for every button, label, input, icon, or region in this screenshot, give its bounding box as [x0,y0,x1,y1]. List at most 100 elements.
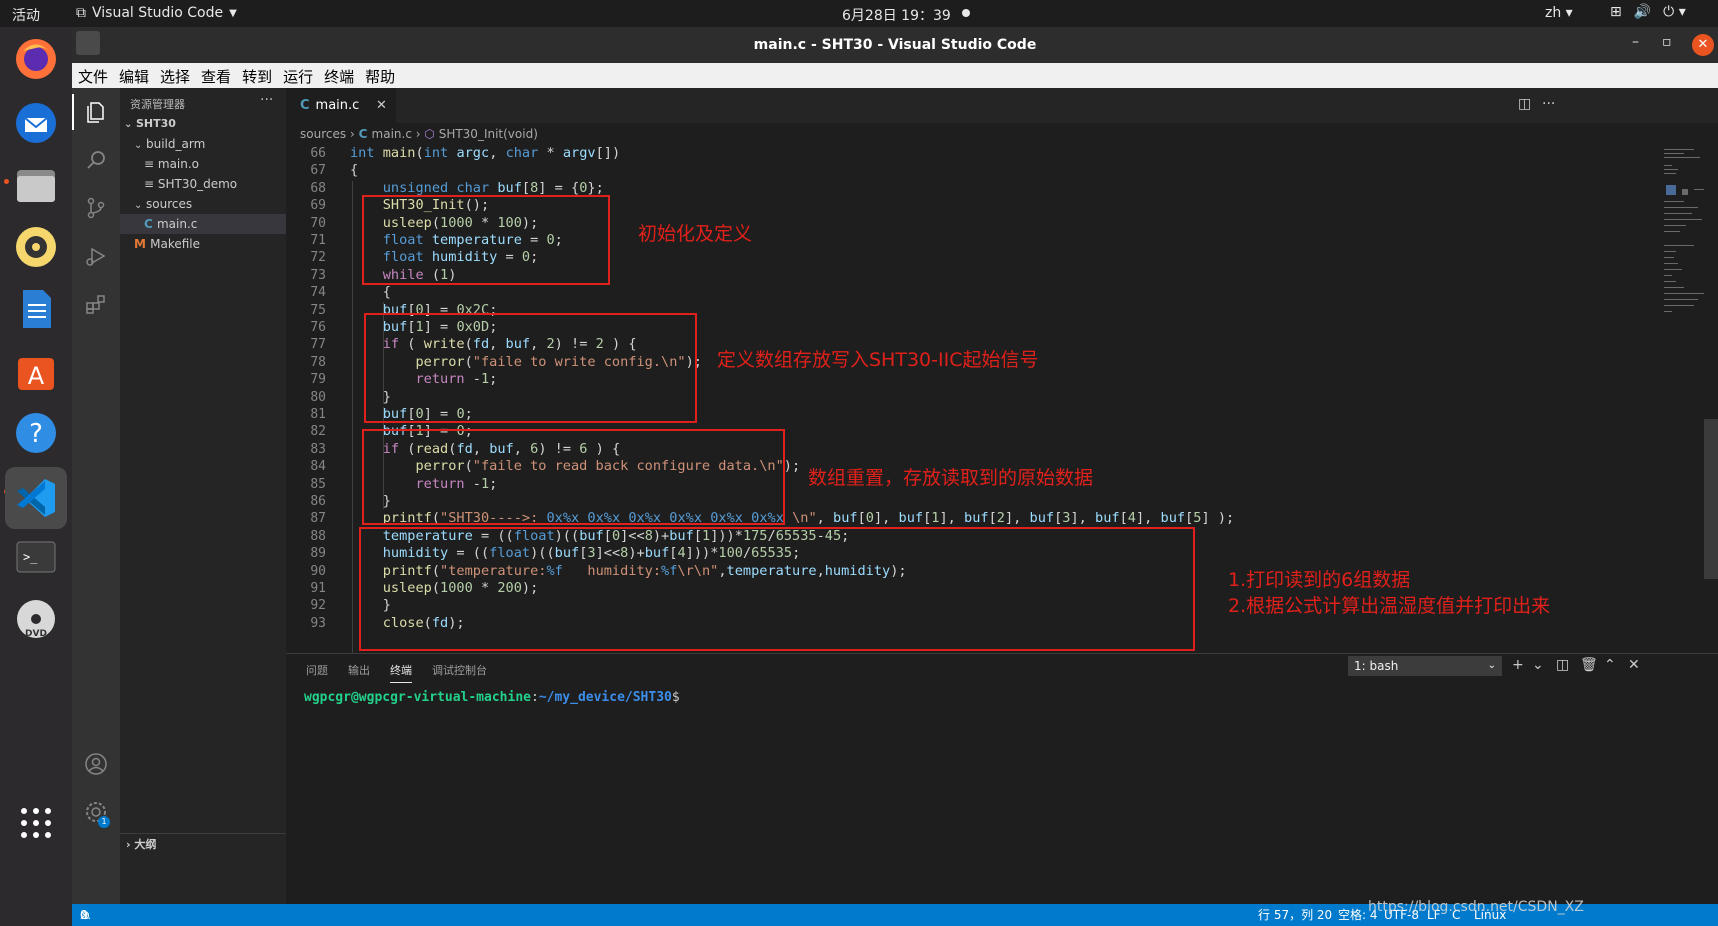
input-language[interactable]: zh ▾ [1545,5,1573,21]
tab-debug-console[interactable]: 调试控制台 [432,662,487,678]
menu-terminal[interactable]: 终端 [318,63,359,88]
terminal-prompt[interactable]: wgpcgr@wgpcgr-virtual-machine:~/my_devic… [304,690,680,705]
tab-label: main.c [315,98,360,113]
tab-terminal[interactable]: 终端 [390,662,412,683]
line-number: 89 [310,546,326,562]
code-line: unsigned char buf[8] = {0}; [382,179,604,196]
trash-icon[interactable]: 🗑 [1580,657,1598,673]
help-icon[interactable]: ? [10,407,62,459]
tree-file-main-c[interactable]: C main.c [120,214,286,234]
annotation-text-init: 初始化及定义 [638,223,753,245]
line-number: 90 [310,563,326,579]
close-panel-icon[interactable]: ✕ [1628,657,1640,673]
menu-view[interactable]: 查看 [195,63,236,88]
extensions-icon[interactable] [84,292,108,316]
tree-folder-sources[interactable]: ⌄ sources [120,194,286,214]
files-icon[interactable] [10,159,62,211]
source-control-icon[interactable] [84,196,108,220]
menu-file[interactable]: 文件 [72,63,113,88]
clock[interactable]: 6月28日 19：39 [842,5,951,25]
text-file-icon: ≡ [144,157,158,171]
dvd-icon[interactable]: DVD [10,593,62,645]
tab-problems[interactable]: 问题 [306,662,328,678]
breadcrumb-file[interactable]: main.c [372,127,412,141]
tree-file-sht30-demo[interactable]: ≡ SHT30_demo [120,174,286,194]
line-number: 80 [310,389,326,405]
show-apps-icon[interactable] [10,797,62,849]
thunderbird-icon[interactable] [10,97,62,149]
system-tray[interactable]: ⊞ 🔊 ⏻ ▾ [1610,4,1686,20]
annotation-box-read [362,429,785,525]
split-terminal-icon[interactable]: ◫ [1556,657,1569,673]
vscode-icon[interactable] [5,467,67,529]
code-editor[interactable]: 66 67 68 69 70 71 72 73 74 75 76 77 78 79 80 81 82 83 84 85… [286,145,1718,653]
network-icon: ⊞ [1610,4,1622,20]
text-file-icon: ≡ [144,177,158,191]
tree-label: Makefile [150,237,201,251]
search-icon[interactable] [84,148,108,172]
code-line: int main(int argc, char * argv[]) [350,145,621,161]
cursor-position[interactable]: 行 57，列 20 [1258,904,1332,926]
line-number: 74 [310,285,326,301]
chevron-down-icon[interactable]: ⌄ [1532,657,1544,673]
menu-edit[interactable]: 编辑 [113,63,154,88]
app-menu[interactable]: ⧉ Visual Studio Code ▼ [76,5,237,21]
rhythmbox-icon[interactable] [10,221,62,273]
project-root[interactable]: ⌄ SHT30 [120,114,286,134]
annotation-box-write [364,313,697,423]
symbol-method-icon: ⬡ [424,127,439,141]
split-editor-icon[interactable]: ◫ [1518,96,1531,112]
menu-selection[interactable]: 选择 [154,63,195,88]
tab-output[interactable]: 输出 [348,662,370,678]
breadcrumb-folder[interactable]: sources [300,127,346,141]
annotation-box-print [359,527,1195,651]
libreoffice-writer-icon[interactable] [10,283,62,335]
run-debug-icon[interactable] [84,244,108,268]
scrollbar-thumb[interactable] [1704,419,1718,579]
running-indicator [4,179,9,184]
c-file-icon: C [300,98,310,113]
svg-text:DVD: DVD [25,629,47,639]
line-number: 73 [310,267,326,283]
tree-folder-build-arm[interactable]: ⌄ build_arm [120,134,286,154]
input-language-label: zh [1545,5,1562,21]
explorer-sidebar: 资源管理器 ··· ⌄ SHT30 ⌄ build_arm ≡ main.o ≡ S… [120,88,286,904]
project-name: SHT30 [136,117,176,130]
line-number: 84 [310,459,326,475]
minimap[interactable] [1662,145,1706,345]
menu-bar: 文件 编辑 选择 查看 转到 运行 终端 帮助 [72,63,1718,88]
close-window-button[interactable]: ✕ [1692,34,1714,56]
menu-help[interactable]: 帮助 [359,63,400,88]
more-actions-button[interactable]: ··· [260,92,273,108]
tree-file-main-o[interactable]: ≡ main.o [120,154,286,174]
tab-main-c[interactable]: Cmain.c ✕ [286,88,396,123]
app-menu-label: Visual Studio Code [92,5,224,21]
svg-text:>_: >_ [23,550,38,564]
annotation-text-print-1: 1.打印读到的6组数据 [1228,569,1411,591]
menu-go[interactable]: 转到 [236,63,277,88]
tree-file-makefile[interactable]: M Makefile [120,234,286,254]
firefox-icon[interactable] [10,33,62,85]
activities-button[interactable]: 活动 [12,5,40,25]
line-number: 67 [310,163,326,179]
line-number: 75 [310,302,326,318]
maximize-button[interactable]: ▫ [1662,34,1672,50]
explorer-icon[interactable] [84,100,108,124]
gnome-top-bar: 活动 ⧉ Visual Studio Code ▼ 6月28日 19：39 zh… [0,0,1718,27]
software-center-icon[interactable]: A [10,345,62,397]
more-actions-icon[interactable]: ··· [1542,96,1555,112]
outline-section[interactable]: › 大纲 [120,833,286,855]
new-terminal-icon[interactable]: + [1512,657,1524,673]
terminal-icon[interactable]: >_ [10,531,62,583]
minimize-button[interactable]: – [1632,34,1639,50]
line-number: 71 [310,233,326,248]
breadcrumb-symbol[interactable]: SHT30_Init(void) [439,127,538,141]
account-icon[interactable] [84,752,108,776]
close-tab-icon[interactable]: ✕ [376,88,387,123]
menu-run[interactable]: 运行 [277,63,318,88]
terminal-select[interactable]: 1: bash ⌄ [1348,656,1502,676]
chevron-right-icon: › [349,127,359,141]
maximize-panel-icon[interactable]: ⌃ [1604,657,1616,673]
vertical-scrollbar[interactable] [1704,145,1718,653]
line-number: 77 [310,337,326,353]
